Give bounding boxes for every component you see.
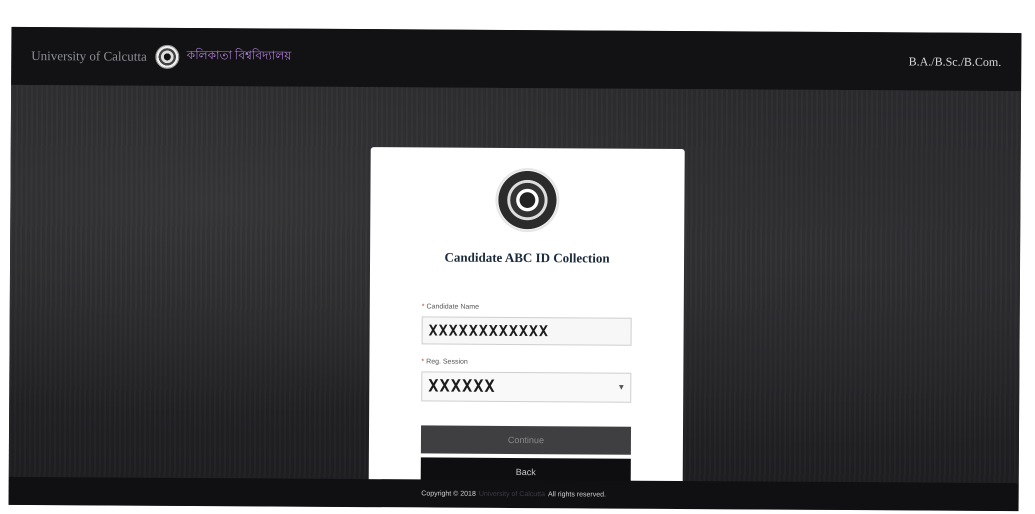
top-navbar: University of Calcutta কলিকাতা বিশ্ববিদ্… <box>11 26 1022 92</box>
brand-name-bengali: কলিকাতা বিশ্ববিদ্যালয় <box>186 47 292 63</box>
reg-session-label: * Reg. Session <box>421 358 468 366</box>
login-card: Candidate ABC ID Collection * Candidate N… <box>368 147 685 512</box>
required-asterisk: * <box>421 303 425 311</box>
browser-page: University of Calcutta কলিকাতা বিশ্ববিদ্… <box>8 26 1022 512</box>
rights-text: All rights reserved. <box>547 490 606 499</box>
abc-id-form: *Candidate Name *Reg. Session XXXXXX ▼ C… <box>420 303 632 487</box>
candidate-name-input[interactable] <box>421 316 632 346</box>
reg-session-value[interactable]: XXXXXX <box>421 371 632 403</box>
university-seal-icon <box>497 169 558 231</box>
chevron-down-icon: ▼ <box>617 382 626 392</box>
footer-owner-link[interactable]: University of Calcutta <box>479 490 545 497</box>
course-link[interactable]: B.A./B.Sc./B.Com. <box>909 54 1002 70</box>
footer: Copyright © 2018 University of Calcutta … <box>8 476 1019 512</box>
brand[interactable]: University of Calcutta কলিকাতা বিশ্ববিদ্… <box>31 44 291 70</box>
continue-button[interactable]: Continue <box>420 425 632 455</box>
copyright-text: Copyright © 2018 <box>421 489 476 498</box>
university-logo-icon <box>154 44 179 69</box>
background-panel: Candidate ABC ID Collection * Candidate N… <box>8 84 1022 512</box>
card-title: Candidate ABC ID Collection <box>444 249 610 266</box>
candidate-name-label: * Candidate Name <box>421 303 480 311</box>
reg-session-select[interactable]: XXXXXX ▼ <box>421 371 632 403</box>
brand-name-english: University of Calcutta <box>31 48 147 64</box>
required-asterisk: * <box>421 358 425 366</box>
